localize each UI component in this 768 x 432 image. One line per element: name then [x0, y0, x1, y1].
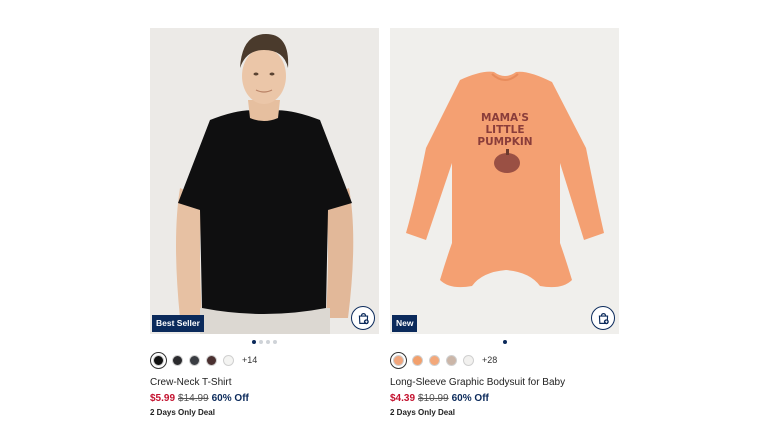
add-to-bag-button[interactable] — [351, 306, 375, 330]
add-to-bag-button[interactable] — [591, 306, 615, 330]
sale-price: $5.99 — [150, 393, 176, 404]
deal-label: 2 Days Only Deal — [390, 408, 455, 417]
svg-text:LITTLE: LITTLE — [485, 124, 524, 136]
price-row: $4.39 $10.99 60% Off — [390, 393, 619, 406]
carousel-dot[interactable] — [502, 339, 507, 344]
svg-text:MAMA'S: MAMA'S — [481, 112, 529, 124]
color-swatches: +28 — [390, 350, 619, 370]
more-colors-link[interactable]: +28 — [482, 355, 497, 365]
price-row: $5.99 $14.99 60% Off — [150, 393, 379, 406]
color-swatch[interactable] — [189, 354, 200, 366]
product-title[interactable]: Long-Sleeve Graphic Bodysuit for Baby — [390, 377, 619, 390]
color-swatch[interactable] — [412, 354, 423, 366]
product-card[interactable]: Best Seller +14 Crew-Neck T-Shirt $5.99 … — [150, 28, 379, 417]
color-swatch[interactable] — [206, 354, 217, 366]
product-card[interactable]: MAMA'S LITTLE PUMPKIN New +28 Long-Sleev… — [390, 28, 619, 417]
carousel-dot[interactable] — [259, 339, 263, 344]
new-badge: New — [392, 315, 418, 332]
product-image[interactable]: Best Seller — [150, 28, 379, 334]
original-price: $10.99 — [418, 393, 449, 404]
carousel-dot[interactable] — [273, 339, 277, 344]
svg-text:PUMPKIN: PUMPKIN — [477, 136, 532, 148]
color-swatch[interactable] — [172, 354, 183, 366]
color-swatch[interactable] — [223, 354, 234, 366]
color-swatch[interactable] — [446, 354, 457, 366]
image-carousel-dots[interactable] — [150, 335, 379, 348]
shopping-bag-add-icon — [598, 312, 609, 324]
color-swatch-selected[interactable] — [150, 351, 167, 369]
product-image[interactable]: MAMA'S LITTLE PUMPKIN New — [390, 28, 619, 334]
more-colors-link[interactable]: +14 — [242, 355, 257, 365]
image-carousel-dots[interactable] — [390, 335, 619, 348]
color-swatch[interactable] — [463, 354, 474, 366]
sale-price: $4.39 — [390, 393, 416, 404]
discount-label: 60% Off — [451, 393, 489, 404]
shopping-bag-add-icon — [358, 312, 369, 324]
carousel-dot[interactable] — [266, 339, 270, 344]
baby-bodysuit-image: MAMA'S LITTLE PUMPKIN — [390, 28, 619, 334]
model-tshirt-image — [150, 28, 379, 334]
color-swatch-selected[interactable] — [390, 351, 407, 369]
product-title[interactable]: Crew-Neck T-Shirt — [150, 377, 379, 390]
deal-label: 2 Days Only Deal — [150, 408, 215, 417]
color-swatches: +14 — [150, 350, 379, 370]
carousel-dot[interactable] — [252, 339, 256, 344]
original-price: $14.99 — [178, 393, 209, 404]
best-seller-badge: Best Seller — [152, 315, 204, 332]
discount-label: 60% Off — [211, 393, 249, 404]
color-swatch[interactable] — [429, 354, 440, 366]
